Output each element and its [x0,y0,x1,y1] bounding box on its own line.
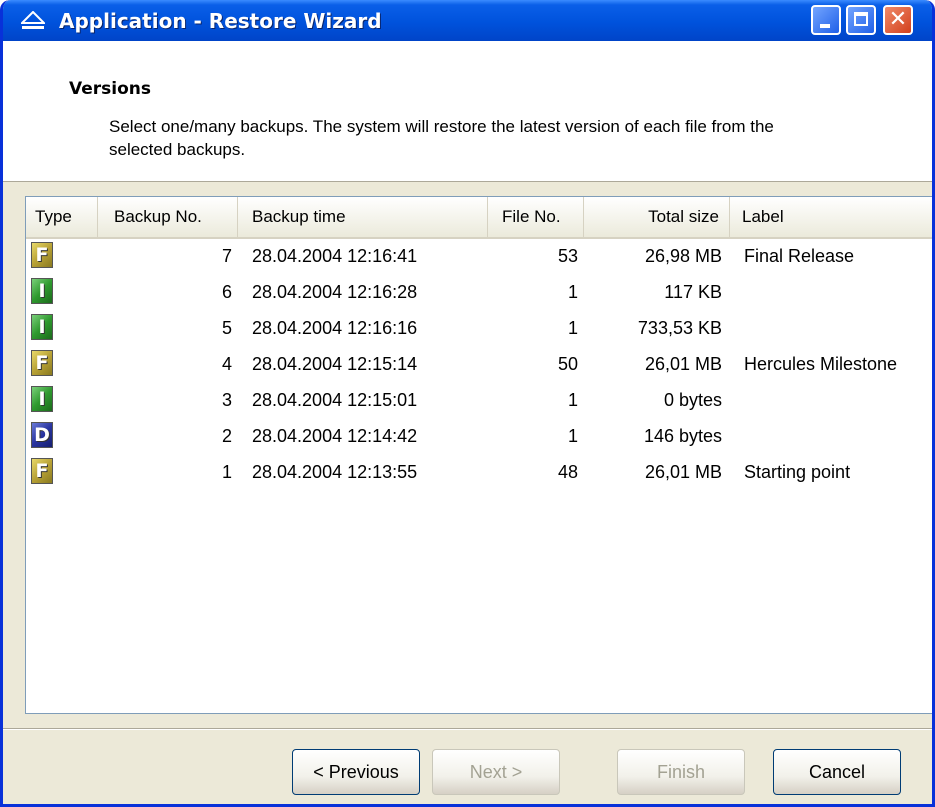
cell-file-no: 53 [557,246,578,266]
column-backup-time[interactable]: Backup time [238,197,488,237]
cell-label [730,382,744,418]
cell-total-size: 117 KB [664,282,722,302]
cell-label: Hercules Milestone [744,354,898,374]
full-backup-icon: F [31,350,53,376]
cell-backup-time: 28.04.2004 12:16:16 [252,318,418,338]
cell-file-no: 1 [567,282,578,302]
cell-backup-no: 7 [221,246,232,266]
cell-label: Starting point [744,462,851,482]
column-file-no[interactable]: File No. [488,197,584,237]
cell-backup-time: 28.04.2004 12:15:01 [252,390,418,410]
next-button[interactable]: Next > [432,749,560,795]
wizard-header: Versions Select one/many backups. The sy… [3,41,932,182]
incremental-backup-icon: I [31,386,53,412]
cell-file-no: 1 [567,390,578,410]
restore-wizard-window: Application - Restore Wizard ✕ Versions … [0,0,935,807]
cell-backup-time: 28.04.2004 12:16:41 [252,246,418,266]
full-backup-icon: F [31,458,53,484]
cell-file-no: 50 [557,354,578,374]
cell-total-size: 26,01 MB [644,462,722,482]
cell-backup-time: 28.04.2004 12:14:42 [252,426,418,446]
table-row[interactable]: I 3 28.04.2004 12:15:01 1 0 bytes [26,382,932,418]
close-icon: ✕ [888,7,908,32]
previous-button[interactable]: < Previous [292,749,420,795]
cell-backup-time: 28.04.2004 12:13:55 [252,462,418,482]
page-description: Select one/many backups. The system will… [109,117,774,159]
cell-file-no: 1 [567,426,578,446]
column-total-size[interactable]: Total size [584,197,730,237]
full-backup-icon: F [31,242,53,268]
cell-backup-no: 1 [221,462,232,482]
page-title: Versions [69,79,151,99]
cell-file-no: 48 [557,462,578,482]
cell-backup-time: 28.04.2004 12:16:28 [252,282,418,302]
column-backup-no[interactable]: Backup No. [98,197,238,237]
cancel-button[interactable]: Cancel [773,749,901,795]
column-type[interactable]: Type [26,197,98,237]
title-bar[interactable]: Application - Restore Wizard ✕ [3,0,932,41]
cell-total-size: 26,01 MB [644,354,722,374]
table-row[interactable]: F 7 28.04.2004 12:16:41 53 26,98 MB Fina… [26,238,932,274]
cell-label [730,310,744,346]
footer-divider [3,728,932,730]
table-row[interactable]: I 6 28.04.2004 12:16:28 1 117 KB [26,274,932,310]
table-row[interactable]: D 2 28.04.2004 12:14:42 1 146 bytes [26,418,932,454]
table-row[interactable]: I 5 28.04.2004 12:16:16 1 733,53 KB [26,310,932,346]
minimize-icon [820,24,830,28]
cell-total-size: 146 bytes [643,426,722,446]
cell-backup-no: 4 [221,354,232,374]
cell-backup-time: 28.04.2004 12:15:14 [252,354,418,374]
table-row[interactable]: F 4 28.04.2004 12:15:14 50 26,01 MB Herc… [26,346,932,382]
cell-backup-no: 6 [221,282,232,302]
cell-label: Final Release [744,246,855,266]
cell-total-size: 0 bytes [663,390,722,410]
differential-backup-icon: D [31,422,53,448]
minimize-button[interactable] [811,5,841,35]
backup-list[interactable]: Type Backup No. Backup time File No. Tot… [25,196,932,714]
cell-backup-no: 5 [221,318,232,338]
eject-icon [21,11,45,29]
window-title: Application - Restore Wizard [59,9,382,33]
column-label[interactable]: Label [730,197,932,237]
cell-backup-no: 2 [221,426,232,446]
incremental-backup-icon: I [31,314,53,340]
cell-total-size: 26,98 MB [644,246,722,266]
cell-backup-no: 3 [221,390,232,410]
finish-button[interactable]: Finish [617,749,745,795]
table-row[interactable]: F 1 28.04.2004 12:13:55 48 26,01 MB Star… [26,454,932,490]
cell-label [730,418,744,454]
cell-total-size: 733,53 KB [637,318,722,338]
cell-file-no: 1 [567,318,578,338]
maximize-button[interactable] [846,5,876,35]
maximize-icon [854,12,868,26]
incremental-backup-icon: I [31,278,53,304]
column-header: Type Backup No. Backup time File No. Tot… [26,197,932,239]
cell-label [730,274,744,310]
close-button[interactable]: ✕ [883,5,913,35]
